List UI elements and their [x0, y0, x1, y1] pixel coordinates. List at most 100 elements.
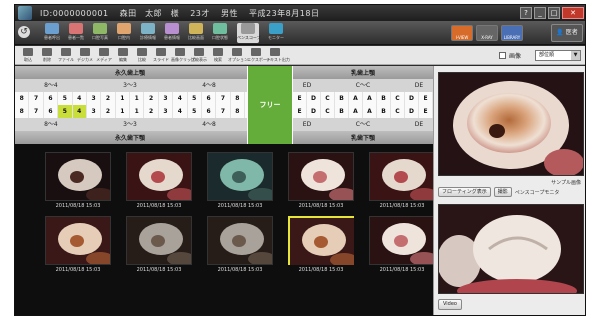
tooth-group-label[interactable]: ED [293, 79, 321, 92]
tooth-cell[interactable]: 5 [188, 105, 202, 118]
image-tool-button-1[interactable]: 削除 [38, 47, 56, 64]
toolbar-button-6[interactable]: 比較画面 [185, 23, 207, 43]
thumbnail-image[interactable] [207, 216, 276, 266]
image-tool-button-11[interactable]: オプション [228, 47, 248, 64]
toolbar-button-2[interactable]: 口腔写真 [89, 23, 111, 43]
image-tool-button-9[interactable]: 比較表示 [190, 47, 208, 64]
tooth-group-label[interactable]: 4～8 [173, 118, 245, 131]
tooth-cell[interactable]: B [377, 105, 391, 118]
tooth-cell[interactable]: 6 [202, 105, 217, 118]
tooth-cell[interactable]: E [419, 105, 433, 118]
thumbnail-image[interactable] [288, 152, 357, 202]
tooth-cell[interactable]: D [405, 105, 419, 118]
tooth-cell[interactable]: C [321, 105, 335, 118]
lower-permanent-header[interactable]: 永久歯下顎 [15, 131, 245, 144]
thumbnail-image[interactable] [126, 216, 195, 266]
image-tool-button-0[interactable]: 取込 [19, 47, 37, 64]
tooth-cell[interactable]: C [391, 105, 405, 118]
tooth-cell[interactable]: 3 [159, 92, 174, 105]
tooth-cell[interactable]: 7 [216, 92, 231, 105]
mode-button-1[interactable]: X-RAY [476, 25, 498, 41]
tooth-cell[interactable]: 7 [29, 105, 44, 118]
tooth-cell[interactable]: 4 [73, 92, 87, 105]
tooth-group-label[interactable]: DE [405, 79, 433, 92]
image-checkbox[interactable]: 画像 [499, 51, 521, 60]
tooth-cell[interactable]: A [349, 92, 363, 105]
upper-primary-header[interactable]: 乳歯上顎 [293, 66, 433, 79]
free-button[interactable]: フリー [247, 66, 293, 144]
user-button[interactable]: 👤 医者 [551, 24, 583, 42]
image-tool-button-13[interactable]: テキスト出力 [266, 47, 290, 64]
image-tool-button-8[interactable]: 画像クリップ [171, 47, 195, 64]
thumbnail-image[interactable] [126, 152, 195, 202]
tooth-cell[interactable]: 6 [44, 105, 59, 118]
tooth-cell[interactable]: 2 [101, 105, 116, 118]
tooth-cell[interactable]: 5 [58, 92, 73, 105]
image-tool-button-2[interactable]: ファイル [57, 47, 75, 64]
tooth-cell[interactable]: E [293, 92, 307, 105]
thumbnail-image[interactable] [207, 152, 276, 202]
image-tool-button-12[interactable]: エクスポート [247, 47, 271, 64]
tooth-cell[interactable]: 5 [188, 92, 202, 105]
thumbnail-image[interactable] [369, 152, 438, 202]
tooth-cell[interactable]: C [391, 92, 405, 105]
toolbar-button-0[interactable]: 患者呼出 [41, 23, 63, 43]
toolbar-button-1[interactable]: 患者一覧 [65, 23, 87, 43]
tooth-cell[interactable]: C [321, 92, 335, 105]
tooth-cell[interactable]: D [405, 92, 419, 105]
capture-button[interactable]: 撮影 [493, 187, 512, 197]
tooth-cell[interactable]: 8 [231, 105, 245, 118]
back-button[interactable]: ↺ [18, 26, 30, 38]
tooth-cell[interactable]: 6 [44, 92, 59, 105]
minimize-button[interactable]: _ [534, 7, 546, 19]
tooth-cell[interactable]: B [335, 105, 349, 118]
toolbar-button-9[interactable]: モニター [265, 23, 287, 43]
thumbnail-image[interactable] [45, 216, 114, 266]
mode-button-2[interactable]: LIBRARY [501, 25, 523, 41]
tooth-group-label[interactable]: C～C [321, 79, 405, 92]
tooth-cell[interactable]: 7 [216, 105, 231, 118]
tooth-cell[interactable]: 1 [116, 105, 130, 118]
tooth-cell[interactable]: 6 [202, 92, 217, 105]
tooth-cell[interactable]: 7 [29, 92, 44, 105]
video-button[interactable]: Video [438, 299, 462, 310]
image-tool-button-10[interactable]: 検索 [209, 47, 227, 64]
tooth-cell[interactable]: D [307, 92, 321, 105]
tooth-cell[interactable]: 3 [159, 105, 174, 118]
tooth-cell[interactable]: 1 [116, 92, 130, 105]
tooth-cell[interactable]: E [419, 92, 433, 105]
mode-button-0[interactable]: I-VIEW [451, 25, 473, 41]
tooth-cell[interactable]: 2 [101, 92, 116, 105]
tooth-cell[interactable]: 3 [87, 92, 102, 105]
tooth-group-label[interactable]: 4～8 [173, 79, 245, 92]
tooth-group-label[interactable]: 3～3 [87, 79, 173, 92]
tooth-cell[interactable]: 2 [144, 105, 159, 118]
tooth-cell[interactable]: 8 [15, 92, 30, 105]
tooth-cell[interactable]: 4 [72, 105, 87, 118]
thumbnail-image[interactable] [288, 216, 358, 267]
tooth-cell[interactable]: 1 [130, 105, 145, 118]
tooth-cell[interactable]: 1 [130, 92, 145, 105]
tooth-cell[interactable]: A [363, 92, 377, 105]
tooth-cell[interactable]: D [307, 105, 321, 118]
lower-primary-header[interactable]: 乳歯下顎 [293, 131, 433, 144]
tooth-cell[interactable]: 5 [58, 105, 73, 118]
tooth-group-label[interactable]: 8～4 [15, 79, 87, 92]
tooth-cell[interactable]: A [363, 105, 377, 118]
floating-display-button[interactable]: フローティング表示 [438, 187, 491, 197]
tooth-cell[interactable]: 8 [15, 105, 30, 118]
tooth-cell[interactable]: 8 [231, 92, 245, 105]
toolbar-button-5[interactable]: 患者情報 [161, 23, 183, 43]
tooth-cell[interactable]: 2 [144, 92, 159, 105]
upper-permanent-header[interactable]: 永久歯上顎 [15, 66, 245, 79]
tooth-cell[interactable]: 4 [173, 92, 188, 105]
checkbox-box[interactable] [499, 52, 506, 59]
tooth-group-label[interactable]: C～C [321, 118, 405, 131]
thumbnail-image[interactable] [369, 216, 438, 266]
toolbar-button-8[interactable]: ペンスコープ [237, 23, 261, 43]
image-tool-button-4[interactable]: メディア [95, 47, 113, 64]
tooth-group-label[interactable]: 8～4 [15, 118, 87, 131]
image-tool-button-5[interactable]: 編集 [114, 47, 132, 64]
tooth-cell[interactable]: E [293, 105, 307, 118]
image-tool-button-3[interactable]: デジカメ [76, 47, 94, 64]
